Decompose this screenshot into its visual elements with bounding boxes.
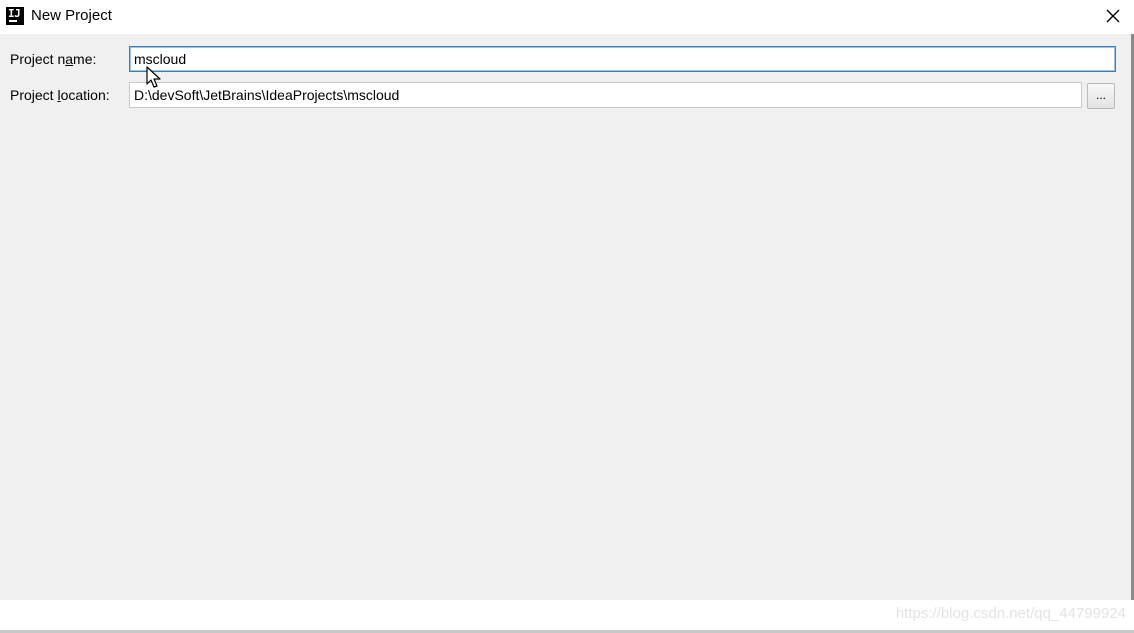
- project-name-label: Project name:: [10, 51, 97, 67]
- mouse-cursor-icon: [146, 66, 161, 88]
- project-location-label: Project location:: [10, 87, 110, 103]
- watermark-text: https://blog.csdn.net/qq_44799924: [895, 605, 1126, 622]
- intellij-idea-icon: IJ: [6, 7, 24, 25]
- project-name-input[interactable]: mscloud: [129, 46, 1116, 72]
- title-bar[interactable]: IJ New Project: [0, 0, 1134, 34]
- dialog-content: Project name: mscloud Project location: …: [0, 34, 1131, 600]
- browse-location-button[interactable]: ...: [1087, 83, 1115, 109]
- new-project-dialog: IJ New Project Project name: mscloud Pro…: [0, 0, 1134, 633]
- close-icon: [1106, 9, 1120, 23]
- project-location-input[interactable]: D:\devSoft\JetBrains\IdeaProjects\msclou…: [129, 82, 1082, 108]
- close-button[interactable]: [1102, 5, 1124, 27]
- window-title: New Project: [31, 7, 112, 24]
